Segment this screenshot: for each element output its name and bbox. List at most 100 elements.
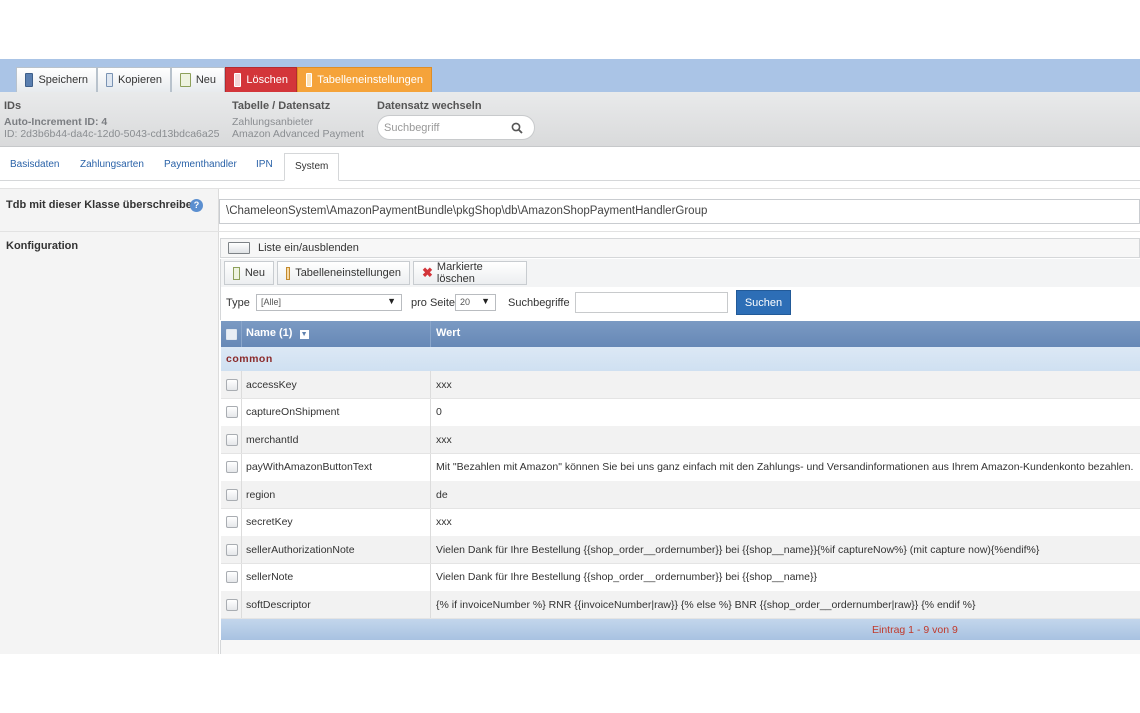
tab-system[interactable]: System [284,153,340,181]
row-value: 0 [436,406,442,418]
type-label: Type [226,297,250,309]
row-value: xxx [436,516,452,528]
table-footer: Eintrag 1 - 9 von 9 [221,619,1140,640]
row-checkbox[interactable] [226,488,238,501]
delete-button[interactable]: Löschen [225,67,297,92]
column-divider [241,481,242,508]
new-document-icon [180,73,191,87]
pagination-info: Eintrag 1 - 9 von 9 [872,624,958,636]
table-row[interactable]: sellerAuthorizationNote Vielen Dank für I… [221,536,1140,564]
tab-basisdaten[interactable]: Basisdaten [10,159,59,170]
delete-icon [234,73,242,87]
copy-button[interactable]: Kopieren [97,67,171,92]
row-checkbox[interactable] [226,406,238,418]
column-divider [430,563,431,591]
table-row[interactable]: softDescriptor {% if invoiceNumber %} RNR… [221,591,1140,619]
column-divider [241,536,242,563]
column-divider [241,398,242,426]
column-divider [241,426,242,453]
row-name: sellerNote [246,571,294,583]
type-select[interactable]: [Alle] ▼ [256,294,402,311]
row-name: secretKey [246,516,293,528]
delete-selected-button[interactable]: ✖ Markierte löschen [413,261,527,285]
group-row: common [221,347,1140,371]
list-table-settings-button[interactable]: Tabelleneinstellungen [277,261,410,285]
row-checkbox[interactable] [226,378,238,391]
select-all-checkbox[interactable] [226,329,237,340]
row-value: Vielen Dank für Ihre Bestellung {{shop_o… [436,571,818,583]
table-settings-icon [286,266,291,280]
column-divider [241,508,242,536]
divider [0,188,1140,189]
new-document-icon [233,266,240,280]
per-page-label: pro Seite [411,297,456,309]
row-checkbox[interactable] [226,598,238,611]
search-terms-input[interactable] [575,292,728,313]
new-button[interactable]: Neu [171,67,225,92]
row-checkbox[interactable] [226,571,238,583]
help-icon[interactable]: ? [190,199,203,212]
save-button[interactable]: Speichern [16,67,97,92]
table-settings-button[interactable]: Tabelleneinstellungen [297,67,432,92]
row-value: xxx [436,433,452,446]
table-row[interactable]: captureOnShipment 0 [221,398,1140,427]
row-name: payWithAmazonButtonText [246,461,373,473]
row-value: Vielen Dank für Ihre Bestellung {{shop_o… [436,543,1040,556]
table-row[interactable]: merchantId xxx [221,426,1140,454]
tab-zahlungsarten[interactable]: Zahlungsarten [80,159,144,170]
column-divider [430,508,431,536]
divider [0,231,1140,232]
class-override-field[interactable]: \ChameleonSystem\AmazonPaymentBundle\pkg… [219,199,1140,224]
table-row[interactable]: region de [221,481,1140,509]
list-toggle[interactable]: Liste ein/ausblenden [220,238,1140,258]
per-page-select[interactable]: 20 ▼ [455,294,496,311]
save-icon [25,73,34,87]
column-divider [241,563,242,591]
record-id: ID: 2d3b6b44-da4c-12d0-5043-cd13bdca6a25 [4,128,220,140]
column-divider [430,591,431,618]
table-row[interactable]: secretKey xxx [221,508,1140,537]
row-checkbox[interactable] [226,461,238,473]
configuration-label: Konfiguration [6,240,79,252]
column-divider [241,371,242,398]
row-checkbox[interactable] [226,516,238,528]
table-row[interactable]: accessKey xxx [221,371,1140,399]
column-divider [430,371,431,398]
column-divider [241,591,242,618]
list-bottom-strip [220,640,1140,654]
table-row[interactable]: sellerNote Vielen Dank für Ihre Bestellun… [221,563,1140,592]
tab-ipn[interactable]: IPN [256,159,273,170]
column-divider [430,398,431,426]
record-search-input[interactable]: Suchbegriff [377,115,535,140]
row-checkbox[interactable] [226,433,238,446]
auto-increment-id: Auto-Increment ID: 4 [4,116,108,128]
record-search-placeholder: Suchbegriff [384,121,440,134]
sort-desc-icon[interactable]: ▼ [299,330,309,339]
tab-paymenthandler[interactable]: Paymenthandler [164,159,237,170]
column-header-value[interactable]: Wert [436,327,460,339]
column-header-name[interactable]: Name (1) ▼ [246,327,309,339]
row-checkbox[interactable] [226,543,238,556]
column-divider [430,536,431,563]
chevron-down-icon: ▼ [387,296,396,306]
switch-record-heading: Datensatz wechseln [377,100,482,112]
list-new-button[interactable]: Neu [224,261,274,285]
search-icon[interactable] [511,122,523,134]
table-heading: Tabelle / Datensatz [232,100,331,112]
row-name: captureOnShipment [246,406,340,418]
row-value: {% if invoiceNumber %} RNR {{invoiceNumb… [436,598,976,611]
search-button[interactable]: Suchen [736,290,791,315]
form-label-column [0,188,219,654]
row-name: sellerAuthorizationNote [246,543,355,556]
table-name: Zahlungsanbieter [232,116,314,128]
record-name: Amazon Advanced Payment [232,128,364,140]
group-label: common [226,353,273,365]
class-override-label: Tdb mit dieser Klasse überschreiben [6,199,199,211]
table-row[interactable]: payWithAmazonButtonText Mit "Bezahlen mit… [221,453,1140,482]
column-divider [430,453,431,481]
table-header: Name (1) ▼ Wert [221,321,1140,347]
chevron-down-icon: ▼ [481,296,490,306]
column-divider [430,426,431,453]
table-settings-icon [306,73,313,87]
column-divider [241,453,242,481]
